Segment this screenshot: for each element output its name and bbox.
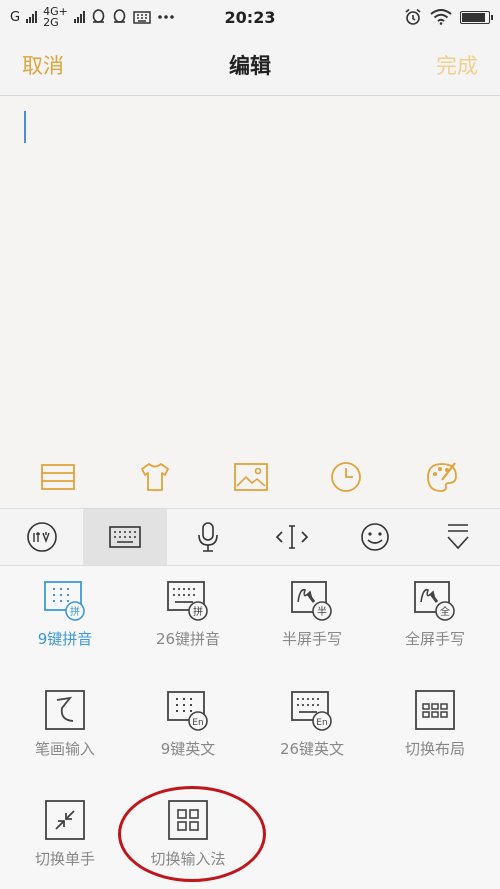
note-editor[interactable] — [0, 97, 500, 447]
battery-icon — [460, 10, 493, 24]
qwerty-english-icon: En — [291, 691, 332, 731]
option-label: 26键英文 — [279, 740, 345, 758]
full-screen-handwriting-icon: 全 — [414, 581, 455, 621]
signal-strength-icon — [26, 11, 38, 23]
handwriting-mode-icon — [26, 522, 57, 552]
option-qwerty-pinyin[interactable]: 拼 26键拼音 — [138, 578, 238, 649]
option-half-screen-handwriting[interactable]: 半 半屏手写 — [262, 578, 362, 649]
option-label: 笔画输入 — [34, 740, 95, 758]
nine-key-pinyin-icon: 拼 — [44, 581, 85, 621]
network-type: 4G+ 2G — [43, 6, 68, 28]
qwerty-pinyin-icon: 拼 — [167, 581, 208, 621]
highlight-annotation-ring — [118, 786, 266, 882]
collapse-keyboard-icon — [447, 524, 469, 550]
note-toolbar — [0, 447, 500, 507]
option-label: 9键拼音 — [37, 630, 93, 648]
option-label: 26键拼音 — [155, 630, 221, 648]
wifi-icon — [430, 9, 452, 25]
page-title: 编辑 — [229, 53, 271, 78]
tab-emoji[interactable] — [333, 509, 416, 565]
signal-strength-2-icon — [73, 11, 85, 23]
keyboard-status-icon — [133, 10, 151, 24]
badge-text: 半 — [317, 605, 327, 618]
qq-icon — [92, 9, 105, 23]
option-one-hand-mode[interactable]: 切换单手 — [15, 798, 115, 869]
badge-text: En — [192, 718, 203, 728]
microphone-icon — [198, 522, 219, 552]
option-label: 9键英文 — [160, 740, 216, 758]
tshirt-icon[interactable] — [138, 462, 172, 492]
option-label: 半屏手写 — [281, 630, 342, 648]
one-hand-mode-icon — [45, 800, 85, 840]
alarm-icon — [405, 8, 421, 25]
nine-key-english-icon: En — [167, 691, 208, 731]
keyboard-icon — [109, 526, 141, 548]
option-label: 切换布局 — [404, 740, 465, 758]
status-left: G 4G+ 2G — [10, 6, 175, 28]
option-nine-key-pinyin[interactable]: 拼 9键拼音 — [15, 578, 115, 649]
status-right — [404, 8, 493, 26]
cursor-move-icon — [275, 525, 308, 549]
option-stroke-input[interactable]: 笔画输入 — [15, 688, 115, 759]
switch-layout-icon — [415, 690, 455, 730]
clock-icon[interactable] — [330, 461, 362, 493]
text-caret — [24, 111, 26, 143]
badge-text: En — [316, 718, 327, 728]
badge-text: 拼 — [70, 605, 80, 618]
cancel-button[interactable]: 取消 — [22, 50, 64, 80]
net-2g-label: 2G — [43, 16, 59, 29]
tab-keyboard[interactable] — [83, 509, 167, 565]
option-full-screen-handwriting[interactable]: 全 全屏手写 — [385, 578, 485, 649]
tab-cursor[interactable] — [250, 509, 333, 565]
option-label: 切换单手 — [34, 850, 95, 868]
option-label: 全屏手写 — [404, 630, 465, 648]
more-dots-icon — [158, 15, 174, 19]
badge-text: 拼 — [193, 605, 203, 618]
done-button[interactable]: 完成 — [436, 50, 478, 80]
tab-voice[interactable] — [167, 509, 250, 565]
list-icon[interactable] — [41, 464, 76, 490]
option-qwerty-english[interactable]: En 26键英文 — [262, 688, 362, 759]
option-switch-layout[interactable]: 切换布局 — [385, 688, 485, 759]
status-bar: G 4G+ 2G 20:23 — [0, 0, 500, 34]
image-icon[interactable] — [234, 463, 268, 491]
carrier-g-label: G — [10, 9, 21, 25]
tab-collapse-keyboard[interactable] — [417, 509, 500, 565]
palette-icon[interactable] — [425, 461, 459, 493]
tab-handwriting-mode[interactable] — [0, 509, 83, 565]
badge-text: 全 — [440, 605, 450, 618]
option-nine-key-english[interactable]: En 9键英文 — [138, 688, 238, 759]
nav-bar: 取消 编辑 完成 — [0, 34, 500, 96]
stroke-input-icon — [45, 690, 85, 730]
half-screen-handwriting-icon: 半 — [291, 581, 332, 621]
keyboard-toolbar — [0, 508, 500, 566]
emoji-icon — [361, 523, 389, 551]
qq-2-icon — [113, 9, 126, 23]
